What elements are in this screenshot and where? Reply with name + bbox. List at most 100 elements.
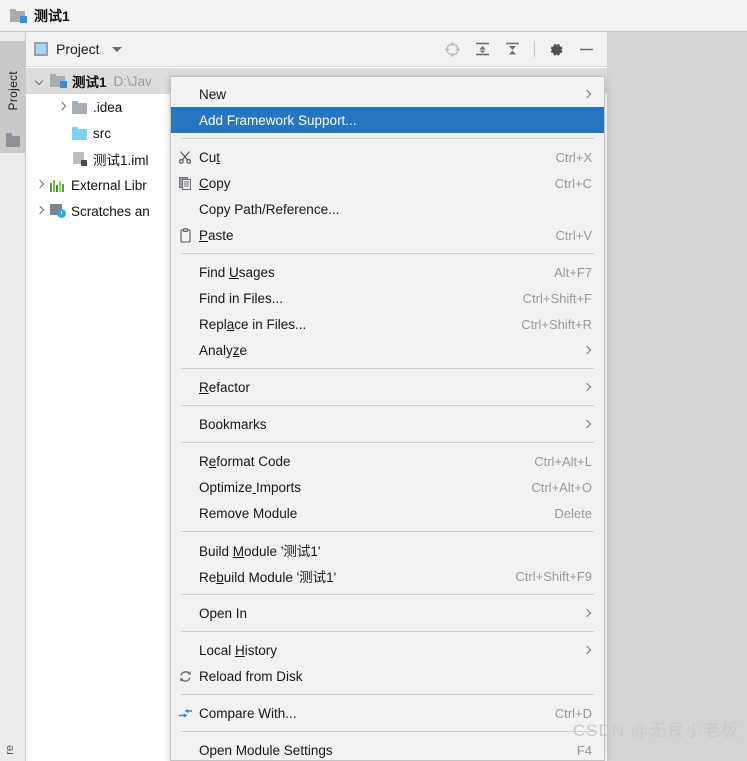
toolbar-separator (534, 41, 535, 57)
menu-item-open-module-settings[interactable]: Open Module Settings F4 (171, 737, 604, 760)
menu-item-shortcut: Ctrl+C (554, 175, 592, 191)
sidebar-item-structure[interactable]: re (4, 745, 16, 755)
chevron-right-icon[interactable] (36, 181, 45, 190)
editor-area (607, 32, 747, 761)
chevron-right-icon[interactable] (58, 103, 67, 112)
folder-icon[interactable] (6, 133, 20, 147)
menu-item-label: New (199, 86, 227, 102)
external-libraries-icon (50, 179, 66, 192)
menu-item-label: Paste (199, 227, 234, 243)
menu-item-cut[interactable]: Cut Ctrl+X (171, 144, 604, 170)
title-bar: 测试1 (0, 0, 747, 32)
menu-item-label: Find Usages (199, 264, 275, 280)
menu-item-copy-path-reference[interactable]: Copy Path/Reference... (171, 196, 604, 222)
reload-icon (171, 669, 199, 684)
menu-item-label: Open In (199, 605, 248, 621)
menu-item-label: Open Module Settings (199, 742, 333, 758)
menu-item-bookmarks[interactable]: Bookmarks (171, 411, 604, 437)
tree-node-label: src (93, 125, 111, 141)
expand-all-icon[interactable] (474, 41, 491, 58)
menu-item-analyze[interactable]: Analyze (171, 337, 604, 363)
menu-item-label: Rebuild Module '测试1' (199, 570, 337, 585)
sidebar-item-project[interactable]: Project (0, 41, 26, 141)
tree-node-label: 测试1 (72, 75, 107, 90)
menu-item-shortcut: Alt+F7 (554, 264, 592, 280)
menu-item-label: Add Framework Support... (199, 112, 357, 128)
menu-item-reformat-code[interactable]: Reformat Code Ctrl+Alt+L (171, 448, 604, 474)
context-menu: New Add Framework Support... Cut Ctrl+X Copy… (170, 76, 605, 761)
menu-item-label: Reload from Disk (199, 668, 303, 684)
menu-item-label: Local History (199, 642, 278, 658)
menu-separator (181, 694, 594, 695)
menu-item-label: Compare With... (199, 705, 297, 721)
menu-item-label: Copy (199, 175, 231, 191)
menu-item-replace-in-files[interactable]: Replace in Files... Ctrl+Shift+R (171, 311, 604, 337)
tree-node-label: .idea (93, 99, 123, 115)
folder-source-icon (72, 126, 88, 140)
page-title: 测试1 (34, 7, 70, 24)
tree-node-label: Scratches an (71, 203, 150, 219)
menu-item-reload-from-disk[interactable]: Reload from Disk (171, 663, 604, 689)
menu-item-remove-module[interactable]: Remove Module Delete (171, 500, 604, 526)
menu-item-optimize-imports[interactable]: Optimize Imports Ctrl+Alt+O (171, 474, 604, 500)
menu-item-copy[interactable]: Copy Ctrl+C (171, 170, 604, 196)
menu-item-find-usages[interactable]: Find Usages Alt+F7 (171, 259, 604, 285)
collapse-all-icon[interactable] (504, 41, 521, 58)
menu-item-label: Replace in Files... (199, 316, 307, 332)
menu-separator (181, 368, 594, 369)
chevron-right-icon (583, 346, 592, 355)
menu-item-paste[interactable]: Paste Ctrl+V (171, 222, 604, 248)
menu-item-label: Optimize Imports (199, 479, 302, 495)
menu-separator (181, 442, 594, 443)
chevron-right-icon[interactable] (36, 207, 45, 216)
menu-item-open-in[interactable]: Open In (171, 600, 604, 626)
menu-item-label: Cut (199, 149, 221, 165)
compare-icon (171, 706, 199, 721)
menu-item-label: Copy Path/Reference... (199, 201, 340, 217)
gear-icon[interactable] (548, 41, 565, 58)
module-folder-icon (50, 74, 67, 88)
menu-item-shortcut: F4 (576, 742, 592, 758)
chevron-right-icon (583, 420, 592, 429)
menu-separator (181, 594, 594, 595)
menu-item-build-module-测试1[interactable]: Build Module '测试1' (171, 537, 604, 563)
paste-icon (171, 227, 199, 243)
project-view-icon (34, 42, 48, 56)
menu-item-find-in-files[interactable]: Find in Files... Ctrl+Shift+F (171, 285, 604, 311)
menu-separator (181, 731, 594, 732)
chevron-right-icon (583, 383, 592, 392)
tree-node-label: External Libr (71, 177, 147, 193)
menu-item-shortcut: Ctrl+D (554, 705, 592, 721)
folder-grey-icon (72, 100, 88, 114)
menu-item-shortcut: Ctrl+V (555, 227, 592, 243)
menu-item-shortcut: Ctrl+Shift+F9 (515, 568, 592, 584)
menu-item-label: Reformat Code (199, 453, 291, 469)
menu-item-shortcut: Ctrl+Shift+R (521, 316, 592, 332)
module-folder-icon (10, 8, 27, 23)
locate-icon[interactable] (444, 41, 461, 58)
chevron-right-icon (583, 646, 592, 655)
ide-window: 测试1 Project re Project 测试1 D:\Jav .idea … (0, 0, 747, 761)
menu-item-add-framework-support[interactable]: Add Framework Support... (171, 107, 604, 133)
view-selector-label: Project (56, 41, 100, 57)
menu-separator (181, 631, 594, 632)
menu-item-local-history[interactable]: Local History (171, 637, 604, 663)
menu-item-rebuild-module-测试1[interactable]: Rebuild Module '测试1' Ctrl+Shift+F9 (171, 563, 604, 589)
chevron-down-icon[interactable] (111, 46, 122, 52)
menu-item-shortcut: Delete (554, 505, 592, 521)
view-selector[interactable]: Project (34, 41, 122, 57)
project-panel-toolbar: Project (26, 32, 607, 67)
tool-window-strip: Project re (0, 32, 26, 761)
menu-item-label: Build Module '测试1' (199, 544, 321, 559)
scratches-icon (50, 204, 66, 218)
menu-item-label: Find in Files... (199, 290, 284, 306)
menu-item-compare-with[interactable]: Compare With... Ctrl+D (171, 700, 604, 726)
menu-item-shortcut: Ctrl+X (555, 149, 592, 165)
menu-item-new[interactable]: New (171, 81, 604, 107)
chevron-down-icon[interactable] (36, 77, 45, 86)
minimize-icon[interactable] (578, 41, 595, 58)
menu-separator (181, 138, 594, 139)
menu-item-refactor[interactable]: Refactor (171, 374, 604, 400)
menu-separator (181, 405, 594, 406)
chevron-right-icon (583, 90, 592, 99)
